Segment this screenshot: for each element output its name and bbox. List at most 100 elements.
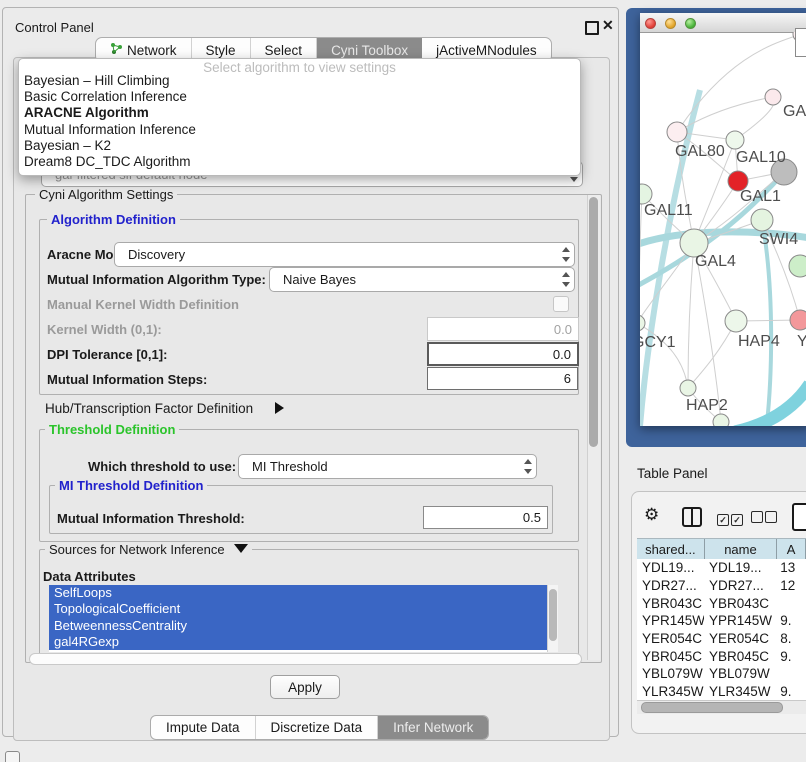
table-cell: YPR145W (637, 613, 704, 628)
gear-icon[interactable]: ⚙ (644, 505, 659, 525)
table-cell: YER054C (637, 631, 704, 646)
node-label-hap4: HAP4 (738, 333, 780, 350)
tab-impute-data[interactable]: Impute Data (151, 716, 256, 739)
table-row[interactable]: YDR27...YDR27...12 (637, 577, 806, 595)
algorithm-option-bayesian-hill-climbing[interactable]: Bayesian – Hill Climbing (19, 73, 580, 89)
table-cell: 12 (775, 578, 806, 593)
mi-type-label: Mutual Information Algorithm Type: (47, 272, 266, 287)
table-panel-title: Table Panel (637, 466, 708, 481)
float-window-icon[interactable] (585, 21, 599, 35)
column-header-name[interactable]: name (705, 539, 777, 559)
kernel-width-field[interactable]: 0.0 (427, 317, 579, 341)
dpi-tolerance-label: DPI Tolerance [0,1]: (47, 347, 167, 362)
zoom-traffic-light-icon[interactable] (685, 18, 696, 29)
network-toolbar-partial[interactable] (795, 28, 806, 57)
node-label-salmon-node: Y (797, 333, 806, 350)
deselect-all-columns-icon[interactable] (751, 511, 777, 526)
apply-button[interactable]: Apply (270, 675, 340, 699)
table-cell: 9. (775, 613, 806, 628)
node-hap2[interactable] (680, 380, 696, 396)
mi-threshold-field[interactable]: 0.5 (423, 506, 548, 529)
table-cell: YDR27... (637, 578, 704, 593)
algorithm-option-aracne-algorithm[interactable]: ARACNE Algorithm (19, 105, 580, 121)
collapsed-panel-icon[interactable] (5, 751, 20, 762)
mi-steps-field[interactable]: 6 (427, 367, 578, 390)
attributes-scrollbar-thumb[interactable] (549, 589, 557, 641)
minimize-traffic-light-icon[interactable] (665, 18, 676, 29)
aracne-mode-combobox[interactable]: Discovery (114, 242, 575, 267)
which-threshold-combobox[interactable]: MI Threshold (238, 454, 537, 479)
table-cell: YBL079W (637, 666, 704, 681)
table-hscrollbar[interactable] (637, 700, 806, 714)
algorithm-option-bayesian-k2[interactable]: Bayesian – K2 (19, 138, 580, 154)
tab-label: Style (206, 43, 236, 58)
attribute-item-betweennesscentrality[interactable]: BetweennessCentrality (49, 618, 547, 634)
algorithm-option-basic-correlation-inference[interactable]: Basic Correlation Inference (19, 89, 580, 105)
node-salmon-node[interactable] (790, 310, 806, 330)
bottom-tab-bar: Impute DataDiscretize DataInfer Network (150, 715, 489, 740)
select-all-columns-icon[interactable]: ✓✓ (717, 511, 743, 526)
collapse-arrow-icon[interactable] (234, 544, 248, 553)
node-gal11[interactable] (640, 184, 652, 204)
kernel-width-value: 0.0 (554, 322, 572, 337)
dpi-tolerance-value: 0.0 (553, 347, 571, 362)
table-cell: 9. (775, 684, 806, 699)
node-right-green[interactable] (789, 255, 806, 277)
column-header-a[interactable]: A (777, 539, 806, 559)
table-row[interactable]: YDL19...YDL19...13 (637, 559, 806, 577)
sources-group-title[interactable]: Sources for Network Inference (45, 542, 252, 557)
table-cell: YLR345W (637, 684, 704, 699)
node-bottom-green[interactable] (713, 414, 729, 426)
table-row[interactable]: YLR345WYLR345W9. (637, 683, 806, 700)
node-gal10[interactable] (726, 131, 744, 149)
algorithm-option-dream8-dc-tdc-algorithm[interactable]: Dream8 DC_TDC Algorithm (19, 154, 580, 170)
hub-definition-label[interactable]: Hub/Transcription Factor Definition (45, 401, 253, 416)
apply-button-label: Apply (288, 680, 322, 695)
table-cell: YDR27... (704, 578, 775, 593)
node-gcy1[interactable] (640, 315, 645, 331)
node-label-gal-top: GAL (783, 103, 806, 120)
settings-scrollbar[interactable] (587, 195, 600, 660)
mi-type-value: Naive Bayes (270, 272, 559, 287)
table-cell: YBR045C (637, 649, 704, 664)
which-threshold-label: Which threshold to use: (88, 459, 236, 474)
combo-stepper-icon (559, 268, 574, 291)
new-table-icon[interactable] (792, 503, 806, 531)
node-label-hap2: HAP2 (686, 397, 728, 414)
attributes-scrollbar[interactable] (547, 585, 558, 652)
algorithm-option-mutual-information-inference[interactable]: Mutual Information Inference (19, 122, 580, 138)
column-browser-icon[interactable] (682, 507, 702, 527)
attribute-item-gal4rgexp[interactable]: gal4RGexp (49, 634, 547, 650)
mi-type-combobox[interactable]: Naive Bayes (269, 267, 575, 292)
table-row[interactable]: YBR045CYBR045C9. (637, 647, 806, 665)
tab-discretize-data[interactable]: Discretize Data (256, 716, 379, 739)
table-row[interactable]: YBL079WYBL079W (637, 665, 806, 683)
close-traffic-light-icon[interactable] (645, 18, 656, 29)
node-label-swi4: SWI4 (759, 231, 798, 248)
table-row[interactable]: YBR043CYBR043C (637, 594, 806, 612)
table-cell: YDL19... (704, 560, 775, 575)
manual-kernel-checkbox[interactable] (553, 296, 569, 312)
tab-label: Cyni Toolbox (331, 43, 408, 58)
table-row[interactable]: YPR145WYPR145W9. (637, 612, 806, 630)
expand-arrow-icon[interactable] (275, 402, 284, 414)
node-gal80[interactable] (667, 122, 687, 142)
table-hscrollbar-thumb[interactable] (641, 702, 783, 713)
tab-infer-network[interactable]: Infer Network (378, 716, 488, 739)
table-row[interactable]: YER054CYER054C8. (637, 630, 806, 648)
node-swi4[interactable] (751, 209, 773, 231)
node-label-gcy1: GCY1 (640, 334, 676, 351)
attribute-item-topologicalcoefficient[interactable]: TopologicalCoefficient (49, 601, 547, 617)
combo-stepper-icon (521, 455, 536, 478)
network-canvas[interactable]: GALGAL80GAL10GAL1GAL11SWI4GAL4GCY1HAP4YH… (640, 32, 806, 426)
column-header-shared[interactable]: shared... (637, 539, 705, 559)
close-icon[interactable]: ✕ (602, 17, 614, 34)
dpi-tolerance-field[interactable]: 0.0 (427, 342, 579, 366)
settings-scrollbar-thumb[interactable] (589, 197, 598, 447)
data-attributes-list[interactable]: SelfLoopsTopologicalCoefficientBetweenne… (49, 585, 547, 652)
node-hap4[interactable] (725, 310, 747, 332)
settings-hscrollbar[interactable] (29, 653, 582, 665)
node-gal-top[interactable] (765, 89, 781, 105)
attribute-item-selfloops[interactable]: SelfLoops (49, 585, 547, 601)
control-panel-window: Control Panel ✕ NetworkStyleSelectCyni T… (2, 7, 619, 737)
